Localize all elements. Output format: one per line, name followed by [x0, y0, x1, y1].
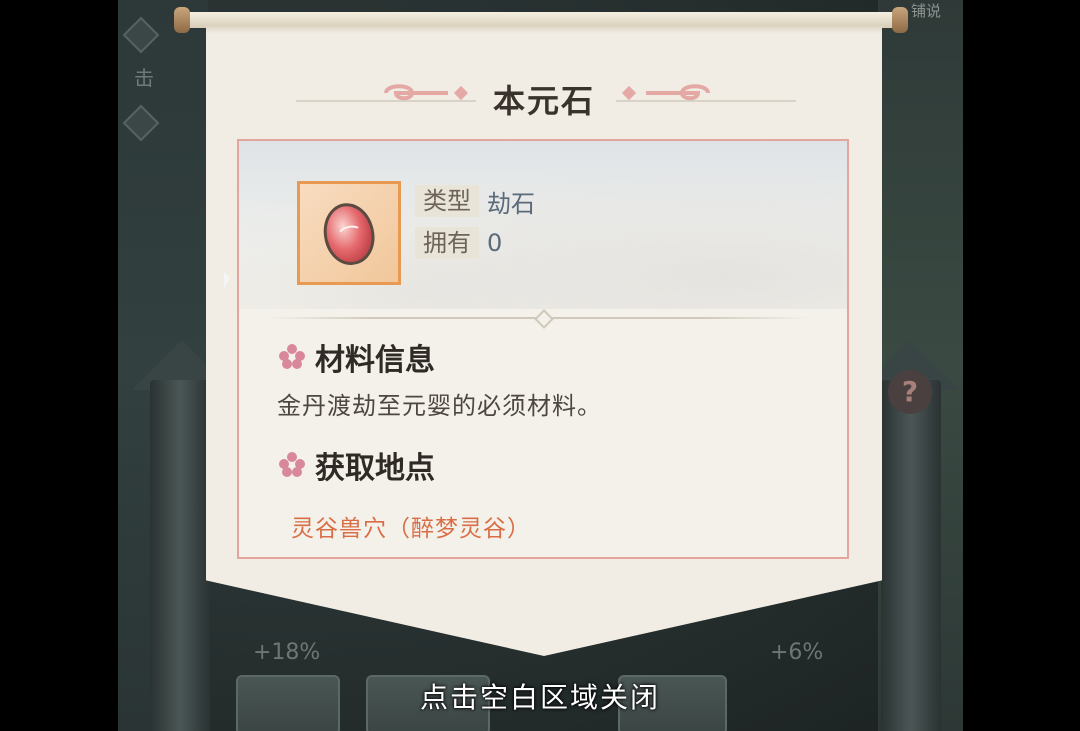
background-side-label: 击 [134, 66, 154, 90]
red-stone-egg-icon [318, 198, 380, 270]
item-icon-frame[interactable] [297, 181, 401, 285]
material-info-heading-text: 材料信息 [315, 343, 435, 378]
stone-swirl-mark [335, 223, 365, 247]
item-owned-value: 0 [487, 229, 503, 257]
mouse-cursor-icon [224, 272, 230, 288]
obtain-source-link[interactable]: 灵谷兽穴（醉梦灵谷） [291, 509, 531, 543]
panel-top-edge [206, 26, 882, 34]
dialog-title-row: 本元石 [206, 76, 882, 120]
item-info-box: 类型 劫石 拥有 0 材料信息 金丹渡劫至元婴的必须材料。 获取地点 灵谷兽穴（… [237, 139, 849, 559]
material-info-heading: 材料信息 [279, 335, 435, 379]
item-detail-dialog: 本元石 类型 劫石 拥有 0 材料信息 金丹渡劫至元婴的必须材料。 获取地点 灵… [206, 26, 882, 656]
obtain-location-heading-text: 获取地点 [315, 451, 435, 486]
item-type-label: 类型 [415, 185, 479, 217]
scroll-rod [174, 7, 908, 33]
background-stat-left: +18% [253, 640, 321, 665]
item-owned-label: 拥有 [415, 227, 479, 259]
obtain-location-heading: 获取地点 [279, 443, 435, 487]
item-type-row: 类型 劫石 [415, 185, 535, 218]
background-stat-right: +6% [770, 640, 824, 665]
flower-icon [279, 452, 305, 478]
scroll-rod-cap-right [892, 7, 908, 33]
item-owned-row: 拥有 0 [415, 227, 502, 259]
flower-icon [279, 344, 305, 370]
scroll-rod-cap-left [174, 7, 190, 33]
dialog-title: 本元石 [492, 82, 595, 120]
close-hint: 点击空白区域关闭 [419, 681, 660, 714]
divider-ornament [534, 309, 554, 329]
background-top-right-label: 铺说 [910, 2, 941, 20]
help-question-icon[interactable]: ? [888, 370, 932, 414]
item-type-value: 劫石 [487, 189, 535, 218]
material-description: 金丹渡劫至元婴的必须材料。 [277, 392, 602, 420]
